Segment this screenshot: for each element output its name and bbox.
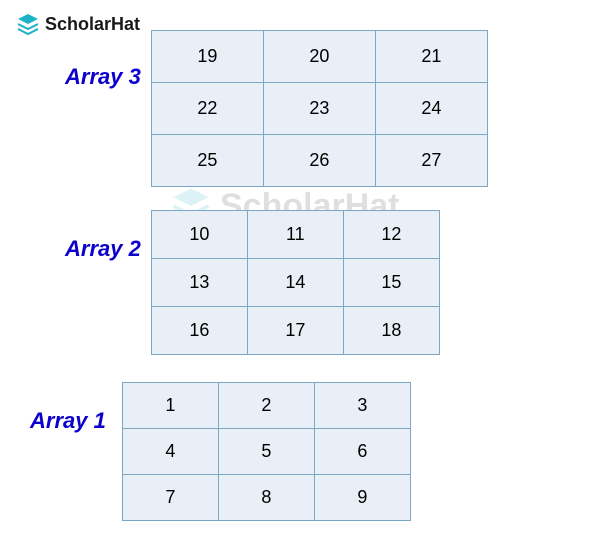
table-row: 7 8 9: [122, 475, 410, 521]
cell: 24: [375, 83, 487, 135]
cell: 20: [263, 31, 375, 83]
table-row: 13 14 15: [151, 259, 439, 307]
cell: 2: [218, 383, 314, 429]
table-row: 19 20 21: [151, 31, 487, 83]
cell: 13: [151, 259, 247, 307]
cell: 10: [151, 211, 247, 259]
cell: 15: [343, 259, 439, 307]
array-3-group: Array 3 19 20 21 22 23 24 25 26 27: [65, 30, 488, 187]
array-1-group: Array 1 1 2 3 4 5 6 7 8 9: [30, 382, 411, 521]
array-1-label: Array 1: [30, 408, 106, 434]
array-2-group: Array 2 10 11 12 13 14 15 16 17 18: [65, 210, 440, 355]
cell: 1: [122, 383, 218, 429]
array-1-grid: 1 2 3 4 5 6 7 8 9: [122, 382, 411, 521]
cell: 26: [263, 135, 375, 187]
cell: 22: [151, 83, 263, 135]
cell: 9: [314, 475, 410, 521]
cell: 11: [247, 211, 343, 259]
cell: 17: [247, 307, 343, 355]
cell: 5: [218, 429, 314, 475]
stack-icon: [16, 12, 40, 36]
cell: 3: [314, 383, 410, 429]
table-row: 10 11 12: [151, 211, 439, 259]
array-2-grid: 10 11 12 13 14 15 16 17 18: [151, 210, 440, 355]
cell: 19: [151, 31, 263, 83]
table-row: 4 5 6: [122, 429, 410, 475]
cell: 8: [218, 475, 314, 521]
array-2-label: Array 2: [65, 236, 141, 262]
array-3-grid: 19 20 21 22 23 24 25 26 27: [151, 30, 488, 187]
cell: 23: [263, 83, 375, 135]
table-row: 16 17 18: [151, 307, 439, 355]
cell: 6: [314, 429, 410, 475]
table-row: 1 2 3: [122, 383, 410, 429]
cell: 18: [343, 307, 439, 355]
cell: 12: [343, 211, 439, 259]
table-row: 25 26 27: [151, 135, 487, 187]
cell: 21: [375, 31, 487, 83]
cell: 14: [247, 259, 343, 307]
cell: 4: [122, 429, 218, 475]
cell: 16: [151, 307, 247, 355]
cell: 25: [151, 135, 263, 187]
cell: 7: [122, 475, 218, 521]
table-row: 22 23 24: [151, 83, 487, 135]
array-3-label: Array 3: [65, 64, 141, 90]
cell: 27: [375, 135, 487, 187]
